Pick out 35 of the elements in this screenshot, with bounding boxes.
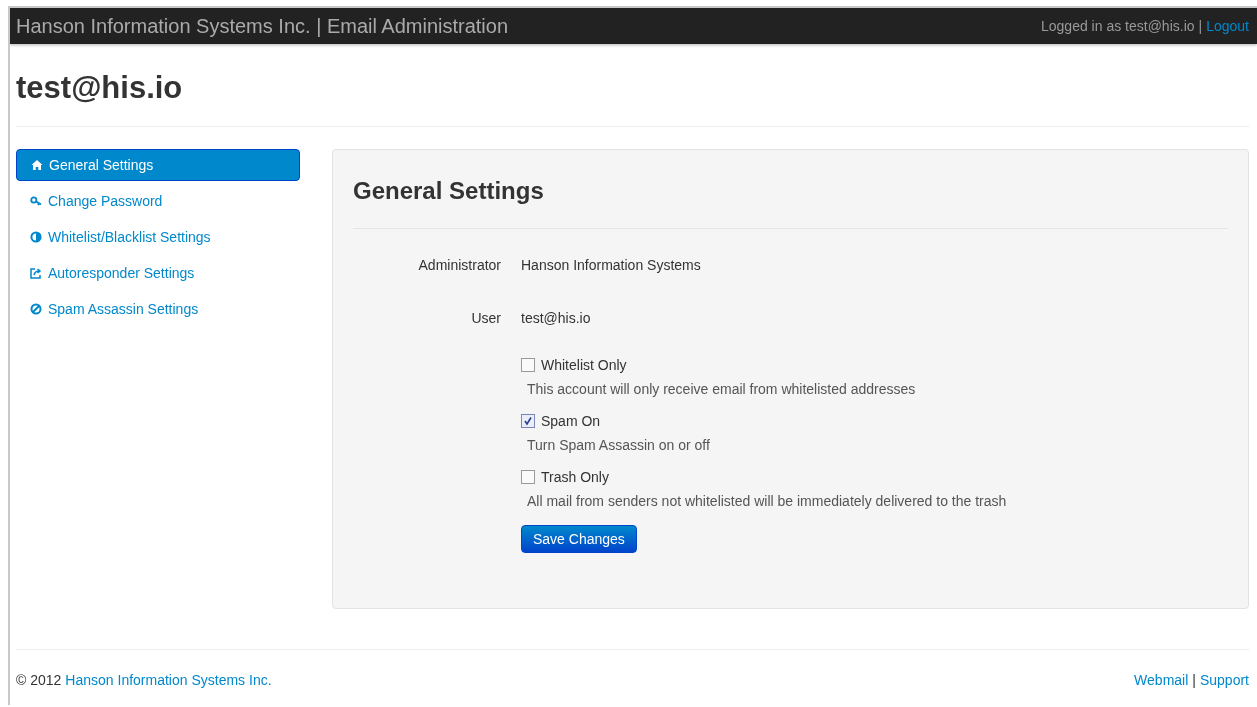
panel-title: General Settings bbox=[353, 176, 545, 206]
ban-icon bbox=[30, 303, 42, 315]
copyright-text: © 2012 bbox=[16, 672, 62, 688]
checkbox[interactable] bbox=[521, 414, 535, 428]
half-circle-icon bbox=[30, 231, 42, 243]
checkbox[interactable] bbox=[521, 470, 535, 484]
home-icon bbox=[31, 159, 43, 171]
footer-link[interactable]: Support bbox=[1199, 672, 1249, 688]
separator-text: | bbox=[1198, 18, 1203, 34]
help-text: Turn Spam Assassin on or off bbox=[527, 437, 711, 453]
logged-in-text: Logged in as test@his.io bbox=[1041, 18, 1195, 34]
help-text: This account will only receive email from whitelisted addresses bbox=[527, 381, 917, 397]
sidebar-item[interactable]: Whitelist/Blacklist Settings bbox=[16, 221, 300, 253]
sidebar-item[interactable]: Change Password bbox=[16, 185, 300, 217]
field-value: Hanson Information Systems bbox=[521, 257, 701, 273]
help-text: All mail from senders not whitelisted will be immediately delivered to the trash bbox=[527, 493, 1008, 509]
page-title: test@his.io bbox=[16, 70, 184, 106]
checkbox-label: Spam On bbox=[541, 413, 601, 429]
field-value: test@his.io bbox=[521, 310, 591, 326]
checkbox-label: Whitelist Only bbox=[541, 357, 627, 373]
footer-link[interactable]: Webmail bbox=[1134, 672, 1189, 688]
field-label: User bbox=[470, 310, 501, 326]
company-link[interactable]: Hanson Information Systems Inc. bbox=[65, 672, 272, 688]
checkbox-label: Trash Only bbox=[541, 469, 609, 485]
share-icon bbox=[30, 267, 42, 279]
logout-link[interactable]: Logout bbox=[1206, 18, 1249, 34]
key-icon bbox=[30, 195, 42, 207]
sidebar-item[interactable]: General Settings bbox=[16, 149, 300, 181]
separator-text: | bbox=[1192, 672, 1196, 688]
save-button[interactable]: Save Changes bbox=[521, 525, 637, 553]
brand-title: Hanson Information Systems Inc. | Email Administration bbox=[16, 14, 509, 38]
sidebar-item[interactable]: Spam Assassin Settings bbox=[16, 293, 300, 325]
field-label: Administrator bbox=[417, 257, 501, 273]
checkbox[interactable] bbox=[521, 358, 535, 372]
sidebar-item[interactable]: Autoresponder Settings bbox=[16, 257, 300, 289]
